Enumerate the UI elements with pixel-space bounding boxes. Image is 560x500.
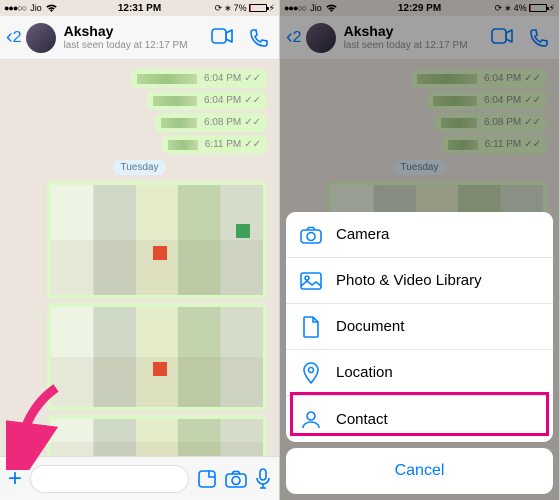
camera-button[interactable] [225,470,247,488]
right-screenshot: ●●●○○ Jio 12:29 PM ⟳ ∗ 4% ⚡︎ ‹ 2 Akshay … [280,0,560,500]
charging-icon: ⚡︎ [269,3,275,14]
contact-icon [300,409,322,429]
sheet-item-document[interactable]: Document [286,304,553,350]
status-bar: ●●●○○ Jio 12:31 PM ⟳ ∗ 7% ⚡︎ [0,0,279,16]
double-check-icon: ✓✓ [244,73,261,84]
nav-bar: ‹ 2 Akshay last seen today at 12:17 PM [0,16,279,60]
left-screenshot: ●●●○○ Jio 12:31 PM ⟳ ∗ 7% ⚡︎ ‹ 2 Akshay … [0,0,280,500]
sheet-label: Contact [336,411,388,428]
input-toolbar: + [0,456,279,500]
wifi-icon [46,4,57,13]
camera-icon [300,226,322,244]
sheet-item-photo-library[interactable]: Photo & Video Library [286,258,553,304]
sheet-item-location[interactable]: Location [286,350,553,396]
chat-scroll[interactable]: 6:04 PM ✓✓ 6:04 PM ✓✓ 6:08 PM ✓✓ 6:11 PM… [0,60,279,456]
clock-label: 12:31 PM [118,3,161,14]
back-count: 2 [13,29,22,47]
day-separator: Tuesday [113,160,167,175]
mic-button[interactable] [255,468,271,490]
image-message[interactable] [47,181,267,299]
sheet-item-contact[interactable]: Contact [286,396,553,442]
contact-title-area[interactable]: Akshay last seen today at 12:17 PM [64,24,188,50]
battery-percent: 7% [234,3,247,13]
message-out[interactable]: 6:08 PM ✓✓ [155,113,267,132]
battery-icon [249,4,267,12]
sheet-label: Document [336,318,404,335]
sheet-label: Camera [336,226,389,243]
gallery-icon [300,272,322,290]
signal-dots-icon: ●●●○○ [4,3,26,13]
contact-name: Akshay [64,24,188,39]
message-input[interactable] [30,465,189,493]
sheet-label: Photo & Video Library [336,272,482,289]
attachment-button[interactable]: + [8,465,22,493]
attachment-action-sheet: Camera Photo & Video Library Document Lo… [286,212,553,494]
sheet-label: Location [336,364,393,381]
video-call-button[interactable] [211,28,233,48]
chevron-left-icon: ‹ [6,26,13,49]
sticker-button[interactable] [197,469,217,489]
double-check-icon: ✓✓ [244,117,261,128]
double-check-icon: ✓✓ [244,139,261,150]
document-icon [300,316,322,338]
message-out[interactable]: 6:04 PM ✓✓ [131,69,267,88]
bluetooth-icon: ∗ [224,3,232,14]
location-pin-icon [300,362,322,384]
contact-avatar[interactable] [26,23,56,53]
action-sheet-group: Camera Photo & Video Library Document Lo… [286,212,553,442]
back-button[interactable]: ‹ 2 [6,26,22,49]
contact-status: last seen today at 12:17 PM [64,40,188,51]
message-out[interactable]: 6:04 PM ✓✓ [147,91,267,110]
double-check-icon: ✓✓ [244,95,261,106]
cancel-label: Cancel [395,462,445,480]
rotation-lock-icon: ⟳ [215,3,223,14]
voice-call-button[interactable] [249,28,269,48]
carrier-label: Jio [30,3,42,13]
sheet-cancel-button[interactable]: Cancel [286,448,553,494]
message-out[interactable]: 6:11 PM ✓✓ [162,135,267,154]
sheet-item-camera[interactable]: Camera [286,212,553,258]
image-message[interactable] [47,303,267,411]
